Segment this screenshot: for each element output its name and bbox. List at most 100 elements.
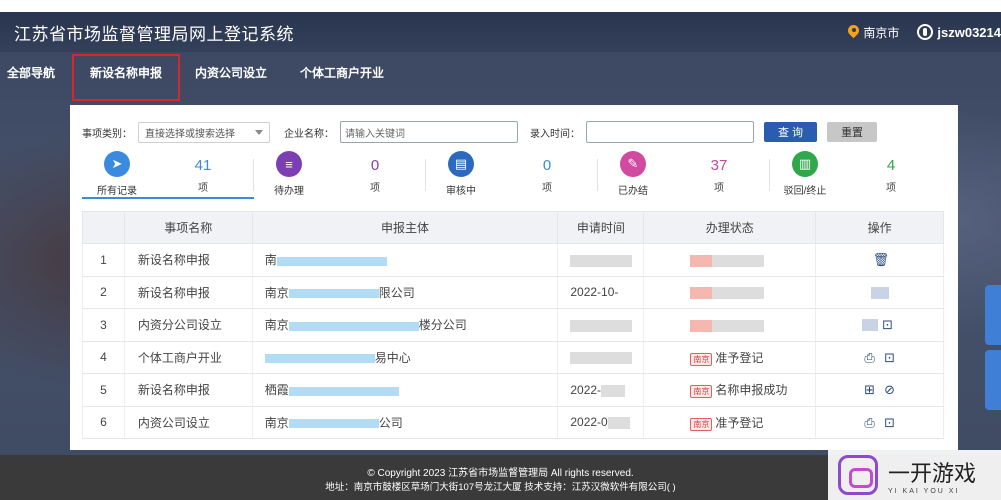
row-subject[interactable]: 南京 公司 — [251, 406, 559, 439]
stat-name: 已办结 — [618, 186, 648, 197]
print-icon[interactable]: ⎙ — [863, 350, 877, 365]
subject-visible: 栖霞 — [264, 383, 289, 398]
reject-icon: ▥ — [792, 151, 818, 177]
table-row: 5 新设名称申报 栖霞 2022- 南京 名称申报成功 ⊞ ⊘ — [82, 373, 944, 407]
redacted-text — [288, 289, 379, 299]
trash-icon[interactable]: 🗑 — [873, 253, 890, 267]
col-ops: 操作 — [815, 211, 944, 244]
time-label: 录入时间： — [530, 128, 580, 140]
app-header: 江苏省市场监督管理局网上登记系统 南京市 jszw03214 — [0, 12, 1001, 52]
subject-visible: 南京 — [264, 415, 289, 430]
scan-icon[interactable]: ⊡ — [881, 318, 895, 332]
username: jszw03214 — [937, 24, 1001, 40]
company-input[interactable]: 请输入关键词 — [340, 121, 518, 143]
time-visible: 2022-0 — [570, 415, 608, 430]
stat-rejected[interactable]: ▥ 驳回/终止 4 项 — [770, 151, 942, 199]
nav-domestic-company[interactable]: 内资公司设立 — [188, 64, 267, 81]
redacted-text — [570, 319, 633, 332]
ban-icon[interactable]: ⊘ — [883, 383, 897, 397]
row-index: 1 — [82, 243, 125, 277]
scan-icon[interactable]: ⊡ — [883, 415, 897, 430]
col-type: 事项名称 — [123, 211, 253, 244]
table-header-row: 事项名称 申报主体 申请时间 办理状态 操作 — [82, 211, 944, 244]
stat-count: 0 — [542, 157, 552, 174]
row-subject[interactable]: 栖霞 — [251, 373, 559, 407]
redacted-text — [601, 384, 626, 397]
redacted-text — [288, 386, 399, 396]
table-row: 2 新设名称申报 南京 限公司 2022-10- — [82, 276, 944, 309]
location-selector[interactable]: 南京市 — [848, 24, 899, 41]
redacted-text — [570, 254, 633, 267]
row-subject[interactable]: 南京 限公司 — [251, 276, 559, 309]
row-type: 内资分公司设立 — [123, 308, 253, 342]
scan-icon[interactable]: ⊡ — [883, 350, 897, 365]
records-table: 事项名称 申报主体 申请时间 办理状态 操作 1 新设名称申报 南 🗑 2 新设… — [82, 211, 944, 439]
row-time — [557, 341, 645, 374]
stat-pending[interactable]: ≡ 待办理 0 项 — [254, 151, 426, 199]
filter-bar: 事项类别： 直接选择或搜索选择 企业名称： 请输入关键词 录入时间： 查 询 重… — [82, 121, 878, 143]
stat-name: 所有记录 — [97, 186, 137, 197]
subject-suffix: 公司 — [378, 415, 403, 430]
side-float-tab[interactable] — [985, 350, 1001, 410]
row-index: 6 — [82, 406, 125, 439]
user-menu[interactable]: jszw03214 — [917, 24, 1001, 40]
top-strip — [0, 0, 1001, 12]
print-icon[interactable]: ⎙ — [863, 415, 877, 430]
subject-suffix: 限公司 — [378, 285, 415, 300]
pen-icon: ✎ — [620, 151, 646, 177]
query-button[interactable]: 查 询 — [764, 122, 818, 142]
app-title: 江苏省市场监督管理局网上登记系统 — [14, 24, 294, 45]
row-subject[interactable]: 易中心 — [251, 341, 559, 374]
row-subject[interactable]: 南京 楼分公司 — [251, 308, 559, 342]
time-input[interactable] — [586, 121, 754, 143]
subject-visible: 南 — [264, 253, 277, 268]
row-time: 2022- — [557, 373, 645, 407]
row-status — [643, 243, 817, 277]
category-select-value: 直接选择或搜索选择 — [145, 128, 235, 140]
row-type: 新设名称申报 — [123, 373, 253, 407]
grid-icon[interactable]: ⊞ — [863, 383, 877, 397]
table-row: 3 内资分公司设立 南京 楼分公司 ⊡ — [82, 308, 944, 342]
redacted-text — [712, 319, 765, 332]
row-type: 个体工商户开业 — [123, 341, 253, 374]
category-select[interactable]: 直接选择或搜索选择 — [138, 121, 270, 143]
watermark-title: 一开游戏 — [888, 461, 977, 487]
stat-count: 41 — [194, 157, 212, 174]
stat-completed[interactable]: ✎ 已办结 37 项 — [598, 151, 770, 199]
row-index: 3 — [82, 308, 125, 342]
stat-all-records[interactable]: ➤ 所有记录 41 项 — [82, 151, 254, 199]
stat-unit: 项 — [886, 183, 896, 194]
row-subject[interactable]: 南 — [251, 243, 559, 277]
reset-button[interactable]: 重置 — [827, 122, 878, 142]
region-tag: 南京 — [690, 352, 713, 366]
col-time: 申请时间 — [557, 211, 645, 244]
stats-bar: ➤ 所有记录 41 项 ≡ 待办理 0 项 ▤ 审核中 0 项 ✎ 已办结 37… — [82, 151, 944, 199]
stat-unit: 项 — [542, 183, 552, 194]
redacted-text — [690, 287, 713, 300]
subject-visible: 南京 — [264, 285, 289, 300]
row-ops: ⎙ ⊡ — [815, 341, 944, 374]
send-icon: ➤ — [104, 151, 130, 177]
table-row: 4 个体工商户开业 易中心 南京 准予登记 ⎙ ⊡ — [82, 341, 944, 374]
stat-unit: 项 — [198, 183, 208, 194]
nav-all[interactable]: 全部导航 — [0, 64, 55, 81]
table-row: 1 新设名称申报 南 🗑 — [82, 243, 944, 277]
time-visible: 2022- — [570, 382, 602, 397]
redacted-text — [288, 321, 419, 331]
row-time: 2022-10- — [557, 276, 645, 309]
stat-count: 0 — [370, 157, 380, 174]
status-text: 名称申报成功 — [715, 383, 788, 398]
col-subject: 申报主体 — [251, 211, 559, 244]
stat-name: 待办理 — [274, 186, 304, 197]
gamepad-logo-icon — [838, 455, 878, 495]
row-status — [643, 308, 817, 342]
row-status: 南京 准予登记 — [643, 341, 817, 374]
side-float-tab[interactable] — [985, 285, 1001, 345]
redacted-text — [570, 352, 633, 365]
nav-individual-business[interactable]: 个体工商户开业 — [293, 64, 384, 81]
stat-reviewing[interactable]: ▤ 审核中 0 项 — [426, 151, 598, 199]
document-icon: ≡ — [276, 151, 302, 177]
category-label: 事项类别： — [82, 128, 132, 140]
redacted-text — [607, 417, 630, 430]
subject-suffix: 楼分公司 — [418, 318, 467, 333]
